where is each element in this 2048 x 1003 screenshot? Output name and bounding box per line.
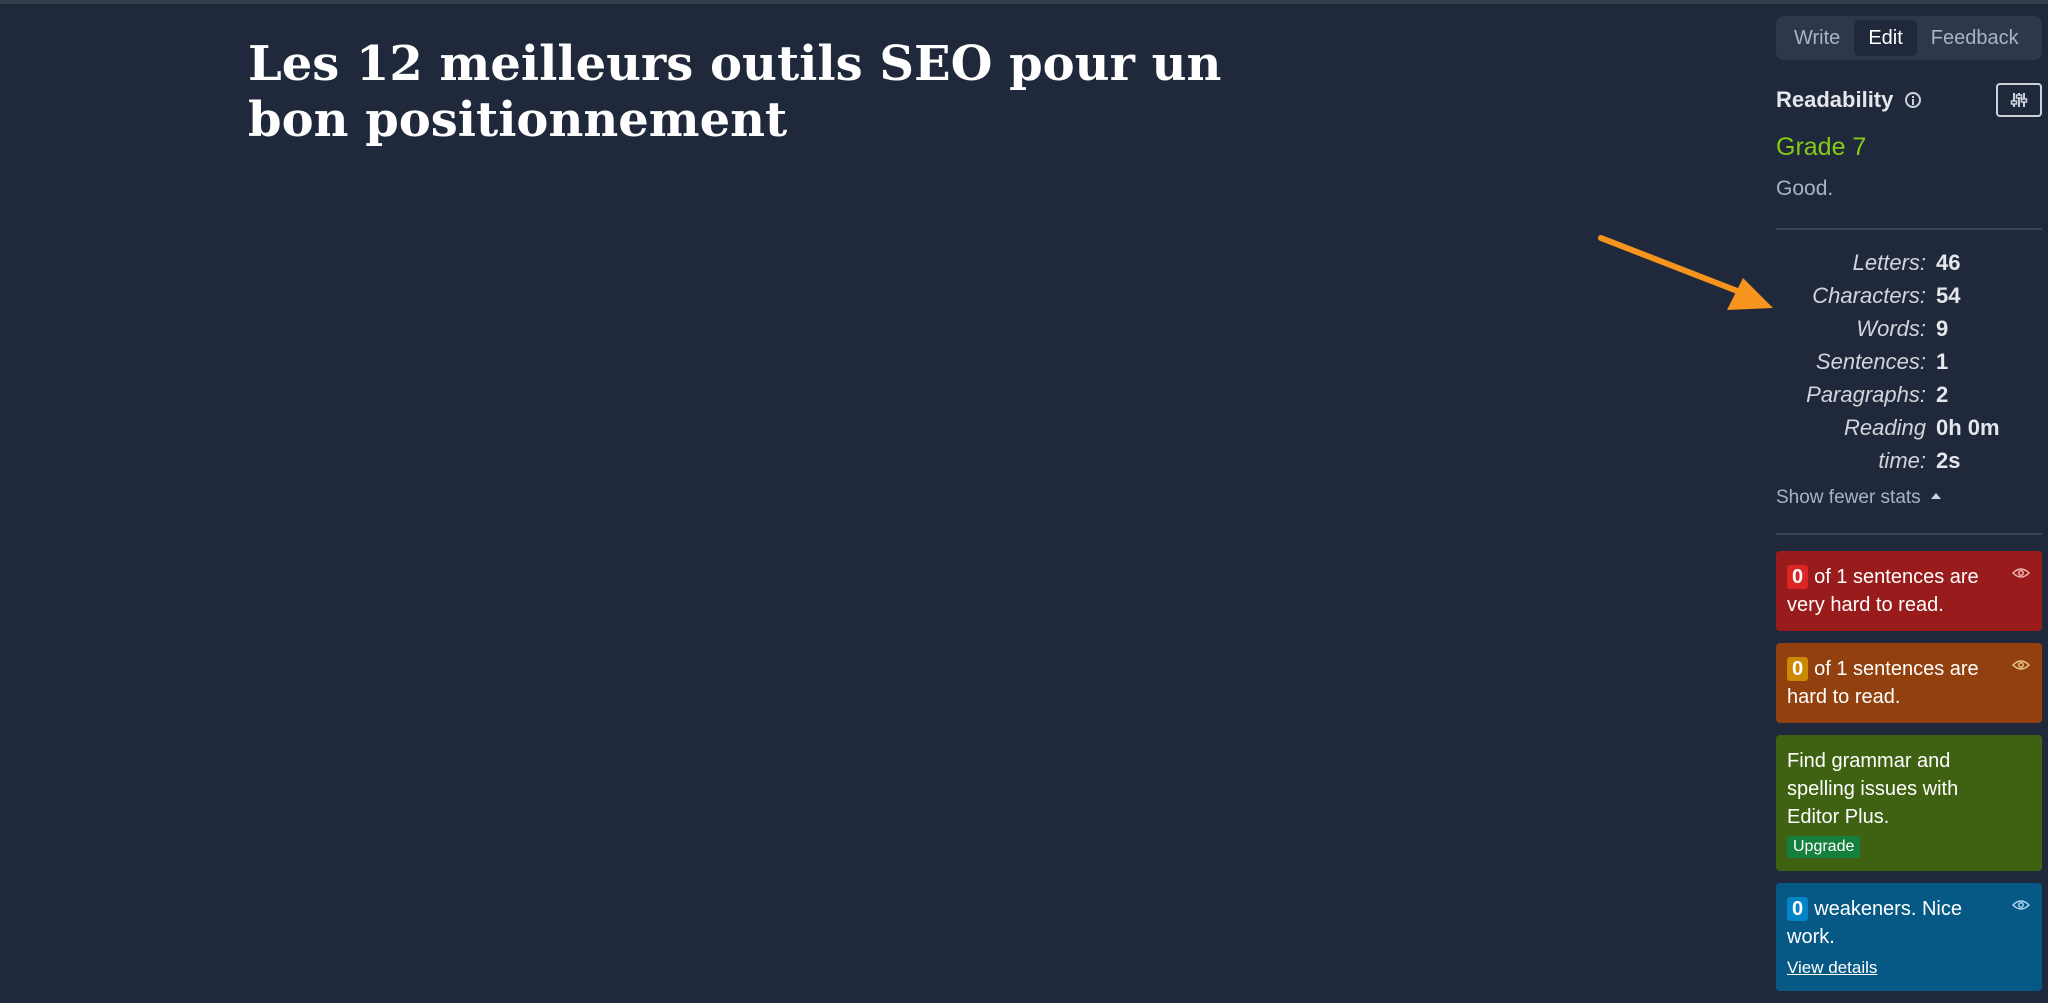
very-hard-text: of 1 sentences are very hard to read. [1787,566,1979,616]
mode-tabs: Write Edit Feedback [1776,16,2042,60]
divider [1776,533,2042,535]
stat-value-time: 2s [1936,448,1961,473]
stat-value-words: 9 [1936,316,1949,341]
hard-count: 0 [1787,657,1809,681]
grammar-upsell-text: Find grammar and spelling issues with Ed… [1787,750,1959,828]
hard-sentences-card: 0 of 1 sentences are hard to read. [1776,643,2042,723]
stats-list: Letters: 46 Characters: 54 Words: 9 Sent… [1776,246,2042,477]
eye-icon[interactable] [2012,659,2030,671]
readability-label: Readability [1776,87,1894,112]
readability-header: Readability [1776,82,2042,118]
grammar-upsell-card: Find grammar and spelling issues with Ed… [1776,735,2042,871]
view-details-link[interactable]: View details [1787,957,2006,979]
arrow-annotation [1598,235,1773,310]
stat-label-characters: Characters: [1812,283,1926,308]
weakeners-card: 0 weakeners. Nice work. View details [1776,883,2042,991]
stat-value-characters: 54 [1936,283,1961,308]
tab-edit[interactable]: Edit [1854,20,1917,56]
stat-label-sentences: Sentences: [1815,349,1926,374]
weakeners-count: 0 [1787,897,1809,921]
readability-sidebar: Write Edit Feedback Readability Grade 7 … [1776,16,2042,1003]
upgrade-button[interactable]: Upgrade [1787,836,1861,858]
tab-feedback[interactable]: Feedback [1917,20,2033,56]
divider [1776,228,2042,230]
stat-label-time: time: [1878,448,1926,473]
stat-value-sentences: 1 [1936,349,1949,374]
hard-text: of 1 sentences are hard to read. [1787,658,1979,708]
stat-value-reading: 0h 0m [1936,415,2000,440]
info-icon[interactable] [1905,92,1922,108]
eye-icon[interactable] [2012,899,2030,911]
document-title[interactable]: Les 12 meilleurs outils SEO pour un bon … [248,36,1248,148]
tab-write[interactable]: Write [1780,20,1854,56]
very-hard-sentences-card: 0 of 1 sentences are very hard to read. [1776,551,2042,631]
show-fewer-stats-button[interactable]: Show fewer stats [1776,485,2042,511]
caret-up-icon [1930,493,1941,499]
stat-value-paragraphs: 2 [1936,382,1949,407]
stat-label-words: Words: [1856,316,1926,341]
stat-label-reading: Reading [1844,415,1926,440]
readability-description: Good. [1776,177,1834,200]
eye-icon[interactable] [2012,567,2030,579]
top-border [0,0,2048,4]
weakeners-text: weakeners. Nice work. [1787,898,1962,948]
show-fewer-stats-label: Show fewer stats [1776,487,1921,508]
sliders-icon [2010,93,2028,107]
settings-button[interactable] [1996,83,2042,117]
stat-label-paragraphs: Paragraphs: [1806,382,1926,407]
readability-grade: Grade 7 [1776,133,1867,161]
stat-label-letters: Letters: [1852,250,1926,275]
stat-value-letters: 46 [1936,250,1961,275]
very-hard-count: 0 [1787,565,1809,589]
